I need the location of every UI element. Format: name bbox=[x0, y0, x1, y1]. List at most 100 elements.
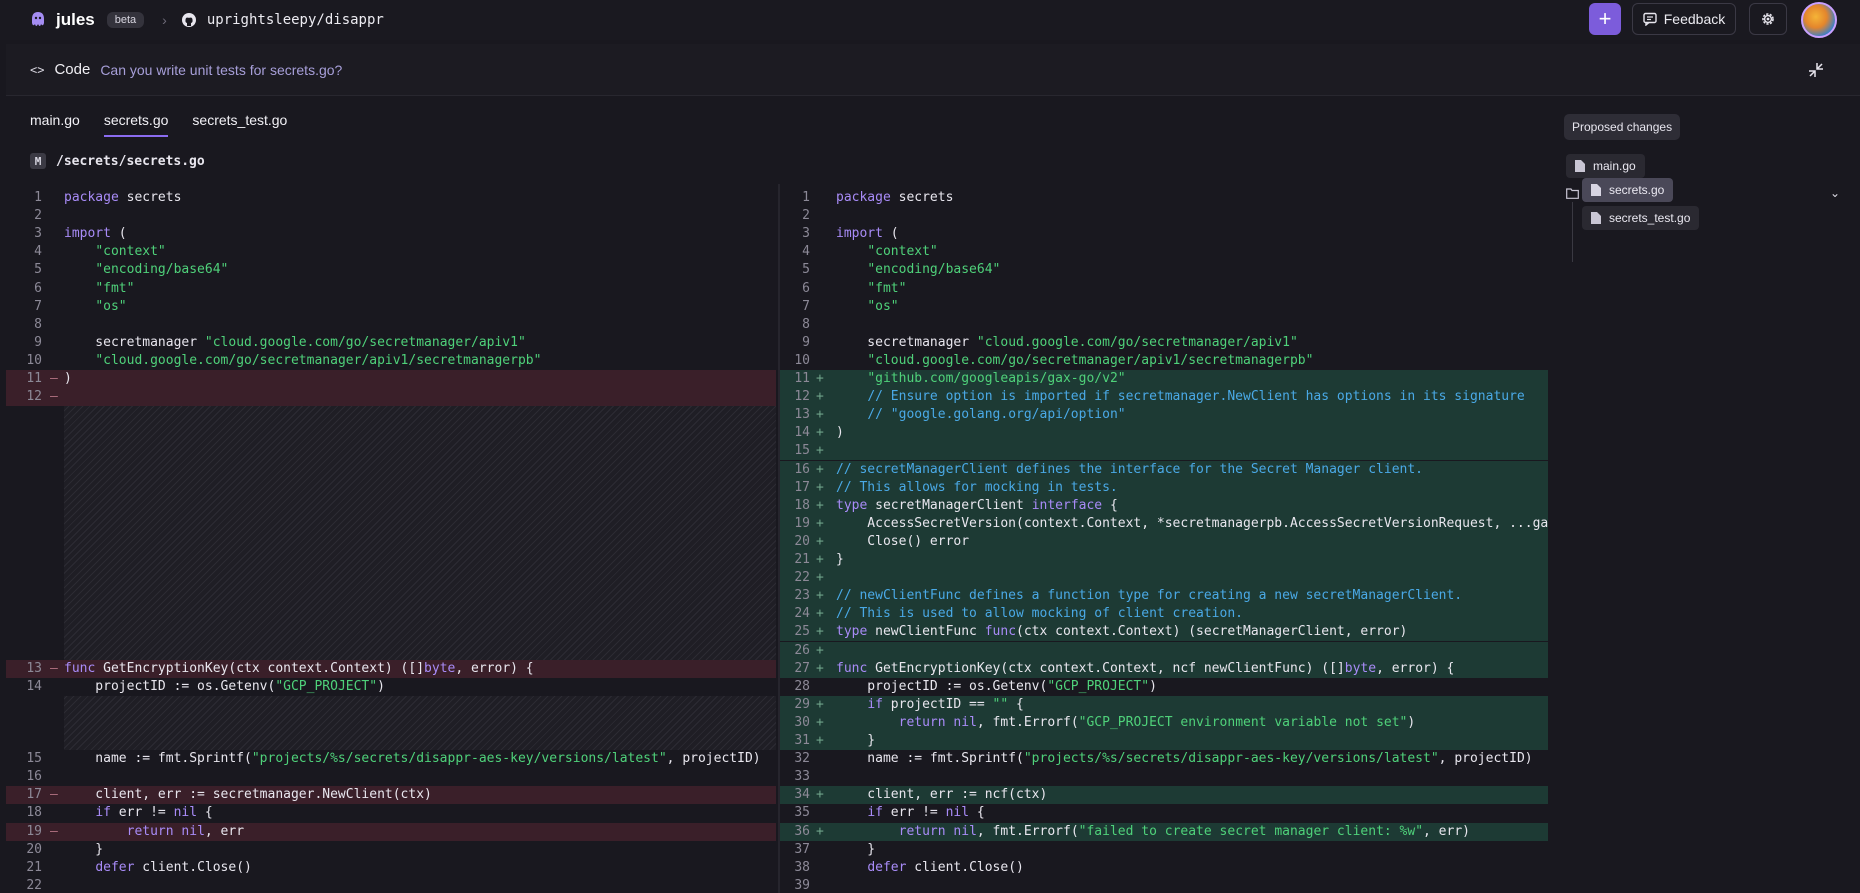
diff-marker: — bbox=[50, 823, 58, 839]
line-number: 4 bbox=[34, 244, 42, 260]
code-line: 14 projectID := os.Getenv("GCP_PROJECT") bbox=[6, 678, 776, 696]
code-text: "os" bbox=[867, 298, 899, 314]
line-number: 15 bbox=[794, 443, 810, 459]
diff-marker: + bbox=[816, 371, 824, 386]
added-line: 24 + // This is used to allow mocking of c… bbox=[780, 605, 1548, 624]
brand[interactable]: jules beta bbox=[28, 10, 145, 30]
added-line: 31 + } bbox=[780, 732, 1548, 750]
code-text: import ( bbox=[64, 226, 127, 242]
code-text: projectID := os.Getenv("GCP_PROJECT") bbox=[836, 678, 1157, 694]
added-line: 15 + bbox=[780, 442, 1548, 461]
line-number: 27 bbox=[794, 660, 810, 676]
code-text: client, err := ncf(ctx) bbox=[836, 787, 1048, 803]
line-number: 31 bbox=[794, 733, 810, 748]
code-header: <> Code Can you write unit tests for sec… bbox=[6, 44, 1860, 96]
line-number: 26 bbox=[794, 642, 810, 658]
code-line: 8 bbox=[780, 316, 1548, 334]
line-number: 9 bbox=[34, 334, 42, 350]
line-number: 37 bbox=[794, 841, 810, 857]
line-number: 33 bbox=[794, 769, 810, 785]
task-prompt: Can you write unit tests for secrets.go? bbox=[100, 61, 343, 78]
sidebar-file-secrets-go[interactable]: secrets.go bbox=[1582, 178, 1674, 202]
message-icon bbox=[1643, 12, 1657, 26]
code-text: // secretManagerClient defines the inter… bbox=[836, 461, 1423, 477]
line-number: 6 bbox=[34, 280, 42, 296]
line-number: 22 bbox=[794, 570, 810, 586]
file-icon bbox=[1591, 184, 1601, 196]
code-line: 37 } bbox=[780, 841, 1548, 859]
code-text: return nil, err bbox=[126, 823, 245, 839]
code-text: client, err := secretmanager.NewClient(c… bbox=[64, 787, 432, 803]
repo-selector[interactable]: uprightsleepy/disappr bbox=[181, 12, 384, 28]
code-text: defer client.Close() bbox=[867, 859, 1024, 875]
file-path-header: M /secrets/secrets.go bbox=[30, 153, 205, 169]
proposed-changes-sidebar: Proposed changes main.go secrets ⌄ secre… bbox=[1548, 96, 1860, 893]
file-path: /secrets/secrets.go bbox=[56, 153, 205, 169]
chevron-down-icon: ⌄ bbox=[1829, 186, 1840, 200]
code-line: 7 "os" bbox=[780, 298, 1548, 316]
code-line: 5 "encoding/base64" bbox=[780, 261, 1548, 279]
repo-name: uprightsleepy/disappr bbox=[206, 12, 384, 28]
removed-line: 11 —) bbox=[6, 370, 776, 388]
line-number: 16 bbox=[794, 461, 810, 477]
user-avatar[interactable] bbox=[1801, 2, 1837, 38]
diff-marker: + bbox=[816, 787, 824, 803]
added-line: 26 + bbox=[780, 641, 1548, 660]
sidebar-file-label: main.go bbox=[1593, 159, 1636, 173]
added-line: 22 + bbox=[780, 569, 1548, 588]
line-number: 35 bbox=[794, 805, 810, 821]
code-line: 5 "encoding/base64" bbox=[6, 261, 776, 279]
line-number: 14 bbox=[26, 678, 42, 694]
code-text: name := fmt.Sprintf("projects/%s/secrets… bbox=[64, 751, 761, 767]
line-number: 13 bbox=[794, 407, 810, 423]
line-number: 29 bbox=[794, 696, 810, 712]
code-text: return nil, fmt.Errorf("failed to create… bbox=[898, 823, 1470, 839]
added-line: 18 + type secretManagerClient interface { bbox=[780, 496, 1548, 515]
code-text: } bbox=[836, 733, 876, 748]
diff-spacer bbox=[64, 695, 776, 751]
diff-marker: + bbox=[816, 660, 824, 676]
line-number: 13 bbox=[26, 660, 42, 676]
new-task-button[interactable]: + bbox=[1589, 3, 1621, 35]
diff-marker: — bbox=[50, 389, 58, 405]
collapse-icon[interactable] bbox=[1808, 62, 1824, 78]
tab-secrets-go[interactable]: secrets.go bbox=[103, 112, 169, 137]
code-text: "fmt" bbox=[95, 280, 135, 296]
line-number: 11 bbox=[26, 371, 42, 386]
jules-logo-icon bbox=[32, 12, 44, 26]
line-number: 18 bbox=[794, 497, 810, 513]
added-line: 14 +) bbox=[780, 424, 1548, 443]
feedback-button[interactable]: Feedback bbox=[1632, 3, 1736, 35]
code-text: func GetEncryptionKey(ctx context.Contex… bbox=[64, 660, 534, 676]
code-label: Code bbox=[54, 61, 91, 78]
line-number: 17 bbox=[26, 787, 42, 803]
diff-modified-pane[interactable]: 1 package secrets 2 3 import (4 "context" 5 "… bbox=[778, 184, 1548, 893]
code-line: 20 } bbox=[6, 841, 776, 859]
added-line: 13 + // "google.golang.org/api/option" bbox=[780, 406, 1548, 425]
added-line: 20 + Close() error bbox=[780, 532, 1548, 551]
added-line: 21 +} bbox=[780, 551, 1548, 569]
code-line: 18 if err != nil { bbox=[6, 804, 776, 822]
code-text: secretmanager "cloud.google.com/go/secre… bbox=[836, 334, 1298, 350]
code-line: 22 bbox=[6, 877, 776, 893]
line-number: 32 bbox=[794, 751, 810, 767]
added-line: 30 + return nil, fmt.Errorf("GCP_PROJECT … bbox=[780, 713, 1548, 732]
sidebar-file-secrets-test-go[interactable]: secrets_test.go bbox=[1582, 206, 1700, 230]
sidebar-file-main-go[interactable]: main.go bbox=[1566, 154, 1645, 178]
code-line: 6 "fmt" bbox=[6, 280, 776, 298]
code-text: "fmt" bbox=[867, 280, 907, 296]
diff-original-pane[interactable]: 1 package secrets 2 3 import (4 "context" 5 "… bbox=[6, 184, 776, 893]
line-number: 6 bbox=[802, 280, 810, 296]
code-text: "encoding/base64" bbox=[95, 262, 229, 278]
added-line: 34 + client, err := ncf(ctx) bbox=[780, 786, 1548, 805]
code-text: } bbox=[64, 841, 104, 857]
code-text: } bbox=[836, 552, 844, 567]
diff-marker: + bbox=[816, 714, 824, 730]
code-text: import ( bbox=[836, 226, 899, 242]
line-number: 3 bbox=[34, 226, 42, 242]
settings-button[interactable] bbox=[1749, 3, 1787, 35]
code-text: "context" bbox=[95, 244, 166, 260]
github-icon bbox=[181, 13, 196, 27]
tab-main-go[interactable]: main.go bbox=[30, 112, 80, 137]
tab-secrets-test-go[interactable]: secrets_test.go bbox=[192, 112, 287, 137]
